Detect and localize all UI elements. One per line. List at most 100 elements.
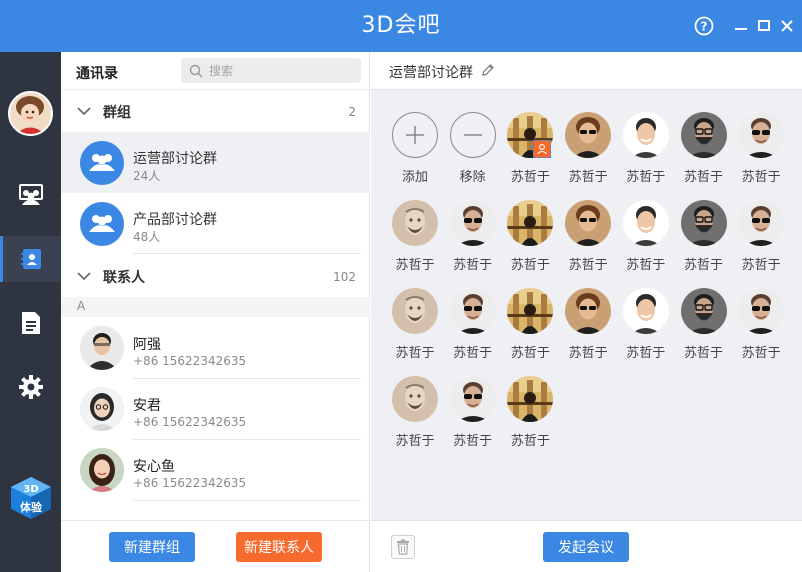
document-icon	[21, 312, 40, 334]
contact-avatar	[80, 387, 124, 431]
contact-name: 安心鱼	[133, 459, 175, 475]
people-section-header[interactable]: 联系人 102	[61, 257, 370, 297]
search-input[interactable]	[209, 63, 349, 78]
divider	[133, 500, 361, 501]
member-avatar	[392, 376, 438, 422]
groups-section-title: 群组	[103, 105, 131, 121]
member-name: 苏哲于	[510, 170, 550, 185]
start-meeting-button[interactable]: 发起会议	[543, 532, 629, 562]
contacts-panel: 通讯录 群组 2 运营部讨论群 24人 产品部讨论群 48人 联系人 102 A	[61, 52, 370, 572]
member-avatar	[507, 376, 554, 422]
nav-meetings[interactable]	[0, 172, 61, 218]
member-item[interactable]: 苏哲于	[679, 288, 729, 368]
member-item[interactable]: 苏哲于	[736, 112, 786, 192]
groups-section-header[interactable]: 群组 2	[61, 92, 370, 132]
group-member-count: 24人	[133, 169, 161, 183]
search-box[interactable]	[181, 58, 361, 83]
index-letter-header: A	[61, 297, 370, 317]
gear-icon	[18, 375, 43, 399]
member-item[interactable]: 苏哲于	[448, 376, 498, 456]
member-item[interactable]: 苏哲于	[505, 376, 555, 456]
new-group-button[interactable]: 新建群组	[109, 532, 195, 562]
member-name: 苏哲于	[510, 434, 550, 449]
member-name: 苏哲于	[683, 346, 723, 361]
add-member-button[interactable]: 添加	[390, 112, 440, 192]
member-name: 苏哲于	[683, 258, 723, 273]
member-name: 苏哲于	[741, 258, 781, 273]
nav-contacts[interactable]	[0, 236, 61, 282]
member-item[interactable]: 苏哲于	[505, 288, 555, 368]
member-avatar	[738, 112, 785, 158]
member-item[interactable]: 苏哲于	[563, 288, 613, 368]
contact-name: 阿强	[133, 337, 161, 353]
member-name: 苏哲于	[453, 434, 493, 449]
member-item[interactable]: 苏哲于	[621, 112, 671, 192]
member-item[interactable]: 苏哲于	[679, 112, 729, 192]
close-icon[interactable]	[776, 15, 798, 37]
meeting-icon	[18, 184, 43, 205]
contact-item[interactable]: 安君 +86 15622342635	[61, 379, 370, 440]
member-item[interactable]: 苏哲于	[563, 112, 613, 192]
member-avatar	[738, 288, 785, 334]
member-item[interactable]: 苏哲于	[563, 200, 613, 280]
plus-icon[interactable]	[392, 112, 438, 158]
group-item[interactable]: 产品部讨论群 48人	[61, 193, 370, 254]
chevron-down-icon	[77, 272, 91, 281]
member-item[interactable]: 苏哲于	[390, 288, 440, 368]
member-avatar	[449, 376, 496, 422]
group-title: 运营部讨论群	[389, 65, 473, 81]
member-name: 苏哲于	[453, 258, 493, 273]
contact-item[interactable]: 阿强 +86 15622342635	[61, 318, 370, 379]
member-item[interactable]: 苏哲于	[505, 200, 555, 280]
member-item[interactable]: 苏哲于	[679, 200, 729, 280]
contacts-header: 通讯录	[61, 52, 370, 90]
contact-item[interactable]: 安心鱼 +86 15622342635	[61, 440, 370, 501]
contact-avatar	[80, 448, 124, 492]
member-item[interactable]: 苏哲于	[390, 200, 440, 280]
member-name: 苏哲于	[626, 258, 666, 273]
new-contact-button[interactable]: 新建联系人	[236, 532, 322, 562]
minimize-icon[interactable]	[730, 15, 752, 37]
member-item[interactable]: 苏哲于	[736, 200, 786, 280]
help-icon[interactable]: ?	[693, 15, 715, 37]
search-icon	[189, 64, 203, 77]
remove-member-label: 移除	[459, 170, 486, 185]
member-avatar	[565, 288, 612, 334]
member-item[interactable]: 苏哲于	[390, 376, 440, 456]
maximize-icon[interactable]	[753, 15, 775, 37]
member-item[interactable]: 苏哲于	[621, 288, 671, 368]
group-item[interactable]: 运营部讨论群 24人	[61, 132, 370, 193]
index-letter: A	[77, 299, 86, 313]
group-icon	[80, 202, 124, 246]
member-item[interactable]: 苏哲于	[621, 200, 671, 280]
minus-icon[interactable]	[449, 112, 496, 158]
member-item[interactable]: 苏哲于	[736, 288, 786, 368]
group-name: 产品部讨论群	[133, 212, 217, 228]
member-item[interactable]: 苏哲于	[448, 200, 498, 280]
member-name: 苏哲于	[568, 170, 608, 185]
nav-documents[interactable]	[0, 300, 61, 346]
member-item[interactable]: 苏哲于	[448, 288, 498, 368]
member-name: 苏哲于	[683, 170, 723, 185]
user-avatar[interactable]	[8, 91, 53, 136]
member-avatar	[680, 200, 727, 246]
pencil-icon[interactable]	[481, 63, 495, 77]
side-nav: 3D 体验	[0, 52, 61, 572]
member-name: 苏哲于	[626, 170, 666, 185]
member-avatar	[449, 288, 496, 334]
group-detail-panel: 运营部讨论群 添加 移除 苏哲于 苏哲于 苏哲于 苏哲于 苏哲于 苏哲于 苏哲于 苏哲于 苏哲于 苏哲…	[371, 52, 802, 572]
member-name: 苏哲于	[568, 346, 608, 361]
member-avatar	[622, 200, 669, 246]
member-name: 苏哲于	[395, 434, 435, 449]
member-avatar	[392, 288, 438, 334]
contact-phone: +86 15622342635	[133, 415, 247, 429]
nav-settings[interactable]	[0, 364, 61, 410]
group-icon	[80, 141, 124, 185]
trash-icon[interactable]	[391, 535, 415, 559]
member-item[interactable]: 苏哲于	[505, 112, 555, 192]
remove-member-button[interactable]: 移除	[448, 112, 498, 192]
groups-section-count: 2	[348, 105, 356, 119]
member-avatar	[449, 200, 496, 246]
svg-text:体验: 体验	[20, 500, 43, 514]
add-member-label: 添加	[401, 170, 428, 185]
